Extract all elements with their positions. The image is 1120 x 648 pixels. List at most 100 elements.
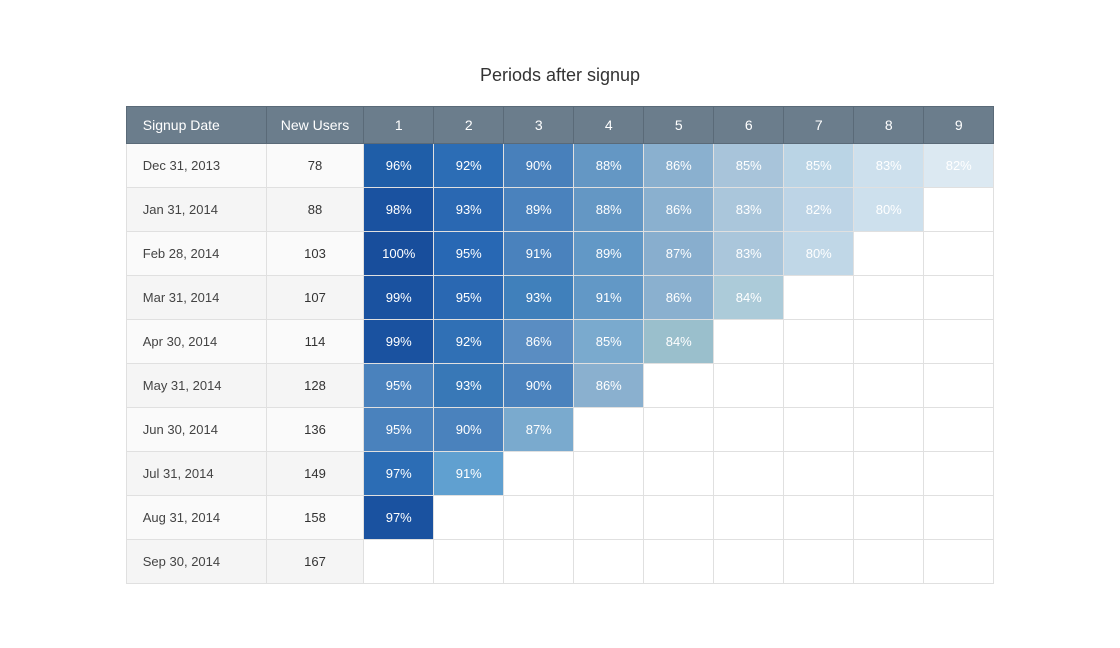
cell-period-9 bbox=[924, 363, 994, 407]
cell-period-4 bbox=[574, 539, 644, 583]
cell-period-7 bbox=[784, 275, 854, 319]
cell-period-7: 80% bbox=[784, 231, 854, 275]
cell-period-1: 97% bbox=[364, 495, 434, 539]
cell-period-2: 93% bbox=[434, 187, 504, 231]
header-period-7: 7 bbox=[784, 106, 854, 143]
cell-period-6: 83% bbox=[714, 187, 784, 231]
cell-period-7 bbox=[784, 319, 854, 363]
cell-date: Aug 31, 2014 bbox=[126, 495, 266, 539]
cohort-table: Signup Date New Users 123456789 Dec 31, … bbox=[126, 106, 994, 584]
table-row: Aug 31, 201415897% bbox=[126, 495, 993, 539]
cell-period-1: 99% bbox=[364, 319, 434, 363]
cell-period-2: 91% bbox=[434, 451, 504, 495]
header-period-1: 1 bbox=[364, 106, 434, 143]
cell-period-3: 89% bbox=[504, 187, 574, 231]
cell-period-5 bbox=[644, 451, 714, 495]
cell-period-1 bbox=[364, 539, 434, 583]
table-row: Jun 30, 201413695%90%87% bbox=[126, 407, 993, 451]
cell-period-8 bbox=[854, 231, 924, 275]
cell-period-8 bbox=[854, 275, 924, 319]
cell-date: Jan 31, 2014 bbox=[126, 187, 266, 231]
cell-period-2 bbox=[434, 495, 504, 539]
cell-period-7 bbox=[784, 539, 854, 583]
cell-users: 136 bbox=[266, 407, 363, 451]
cell-period-4: 91% bbox=[574, 275, 644, 319]
cell-date: May 31, 2014 bbox=[126, 363, 266, 407]
cell-period-7 bbox=[784, 363, 854, 407]
cell-period-5: 86% bbox=[644, 143, 714, 187]
cell-date: Mar 31, 2014 bbox=[126, 275, 266, 319]
cell-period-1: 95% bbox=[364, 363, 434, 407]
cell-period-2 bbox=[434, 539, 504, 583]
cell-period-4 bbox=[574, 407, 644, 451]
cell-date: Apr 30, 2014 bbox=[126, 319, 266, 363]
header-period-4: 4 bbox=[574, 106, 644, 143]
header-period-8: 8 bbox=[854, 106, 924, 143]
cell-period-7: 85% bbox=[784, 143, 854, 187]
cell-period-3: 90% bbox=[504, 143, 574, 187]
cell-users: 158 bbox=[266, 495, 363, 539]
cell-period-1: 100% bbox=[364, 231, 434, 275]
header-new-users: New Users bbox=[266, 106, 363, 143]
cell-period-5 bbox=[644, 495, 714, 539]
cell-period-3: 87% bbox=[504, 407, 574, 451]
cell-users: 128 bbox=[266, 363, 363, 407]
cell-period-5 bbox=[644, 363, 714, 407]
cell-period-9 bbox=[924, 495, 994, 539]
cell-period-8: 83% bbox=[854, 143, 924, 187]
cell-period-9 bbox=[924, 539, 994, 583]
cell-users: 78 bbox=[266, 143, 363, 187]
cell-period-1: 96% bbox=[364, 143, 434, 187]
cell-period-1: 98% bbox=[364, 187, 434, 231]
cell-period-5: 84% bbox=[644, 319, 714, 363]
cell-date: Jun 30, 2014 bbox=[126, 407, 266, 451]
cell-period-5: 86% bbox=[644, 275, 714, 319]
cell-period-8 bbox=[854, 407, 924, 451]
header-period-2: 2 bbox=[434, 106, 504, 143]
table-row: Feb 28, 2014103100%95%91%89%87%83%80% bbox=[126, 231, 993, 275]
header-period-5: 5 bbox=[644, 106, 714, 143]
cell-period-8 bbox=[854, 451, 924, 495]
cell-period-6 bbox=[714, 539, 784, 583]
cell-users: 103 bbox=[266, 231, 363, 275]
cell-period-6 bbox=[714, 495, 784, 539]
header-period-6: 6 bbox=[714, 106, 784, 143]
cell-period-4: 86% bbox=[574, 363, 644, 407]
table-row: Jan 31, 20148898%93%89%88%86%83%82%80% bbox=[126, 187, 993, 231]
cell-period-9 bbox=[924, 319, 994, 363]
main-container: Periods after signup Signup Date New Use… bbox=[106, 45, 1014, 604]
cell-period-9: 82% bbox=[924, 143, 994, 187]
cell-period-7 bbox=[784, 451, 854, 495]
cell-period-4: 89% bbox=[574, 231, 644, 275]
cell-date: Dec 31, 2013 bbox=[126, 143, 266, 187]
cell-users: 149 bbox=[266, 451, 363, 495]
cell-period-8 bbox=[854, 495, 924, 539]
header-period-9: 9 bbox=[924, 106, 994, 143]
cell-period-8: 80% bbox=[854, 187, 924, 231]
cell-period-7 bbox=[784, 407, 854, 451]
cell-period-4: 88% bbox=[574, 143, 644, 187]
cell-period-4: 85% bbox=[574, 319, 644, 363]
cell-period-6: 84% bbox=[714, 275, 784, 319]
cell-users: 107 bbox=[266, 275, 363, 319]
table-row: Apr 30, 201411499%92%86%85%84% bbox=[126, 319, 993, 363]
cell-period-8 bbox=[854, 363, 924, 407]
table-row: Dec 31, 20137896%92%90%88%86%85%85%83%82… bbox=[126, 143, 993, 187]
cell-period-1: 99% bbox=[364, 275, 434, 319]
cell-period-7: 82% bbox=[784, 187, 854, 231]
table-row: Sep 30, 2014167 bbox=[126, 539, 993, 583]
cell-period-9 bbox=[924, 407, 994, 451]
header-row: Signup Date New Users 123456789 bbox=[126, 106, 993, 143]
cell-period-5 bbox=[644, 407, 714, 451]
cell-period-6 bbox=[714, 319, 784, 363]
cell-date: Sep 30, 2014 bbox=[126, 539, 266, 583]
cell-period-6: 83% bbox=[714, 231, 784, 275]
cell-period-5: 87% bbox=[644, 231, 714, 275]
cell-period-3: 93% bbox=[504, 275, 574, 319]
cell-period-3 bbox=[504, 495, 574, 539]
cell-period-3 bbox=[504, 451, 574, 495]
cell-period-9 bbox=[924, 231, 994, 275]
cell-period-6 bbox=[714, 363, 784, 407]
chart-title: Periods after signup bbox=[480, 65, 640, 86]
cell-period-3 bbox=[504, 539, 574, 583]
